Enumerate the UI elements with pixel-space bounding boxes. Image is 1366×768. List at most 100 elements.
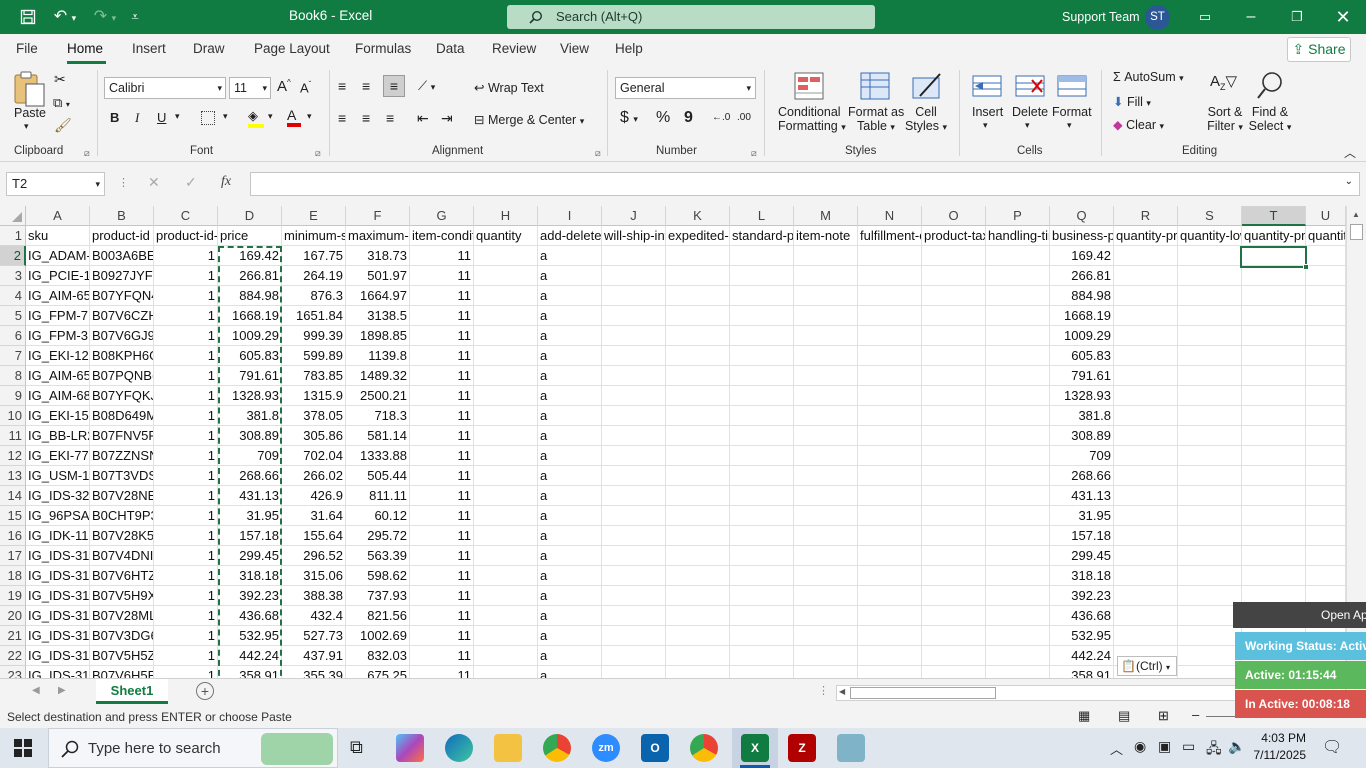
table-cell[interactable]: 1 xyxy=(154,606,218,626)
table-cell[interactable]: IG_IDS-31 xyxy=(26,626,90,646)
tab-review[interactable]: Review xyxy=(492,34,536,64)
table-cell[interactable] xyxy=(986,566,1050,586)
table-cell[interactable]: 532.95 xyxy=(1050,626,1114,646)
table-cell[interactable]: 1 xyxy=(154,246,218,266)
table-cell[interactable]: 1 xyxy=(154,446,218,466)
table-cell[interactable] xyxy=(858,426,922,446)
table-cell[interactable]: a xyxy=(538,466,602,486)
table-cell[interactable] xyxy=(1178,546,1242,566)
table-cell[interactable]: 432.4 xyxy=(282,606,346,626)
table-cell[interactable] xyxy=(602,466,666,486)
table-cell[interactable] xyxy=(602,446,666,466)
table-cell[interactable]: 11 xyxy=(410,446,474,466)
table-cell[interactable]: 315.06 xyxy=(282,566,346,586)
avatar[interactable]: ST xyxy=(1145,5,1170,30)
table-cell[interactable]: 11 xyxy=(410,466,474,486)
find-select-icon[interactable] xyxy=(1255,70,1285,103)
table-cell[interactable] xyxy=(986,606,1050,626)
chevron-down-icon[interactable]: ▾ xyxy=(983,120,988,131)
table-cell[interactable] xyxy=(474,326,538,346)
table-cell[interactable]: a xyxy=(538,326,602,346)
battery-icon[interactable]: ▭ xyxy=(1182,738,1195,755)
table-cell[interactable] xyxy=(858,626,922,646)
table-cell[interactable] xyxy=(794,366,858,386)
table-cell[interactable]: 1 xyxy=(154,586,218,606)
table-cell[interactable] xyxy=(602,546,666,566)
paste-icon[interactable] xyxy=(12,70,48,110)
align-center-icon[interactable]: ≡ xyxy=(362,110,370,126)
table-cell[interactable] xyxy=(474,646,538,666)
table-cell[interactable] xyxy=(986,586,1050,606)
table-cell[interactable]: 1 xyxy=(154,326,218,346)
table-cell[interactable]: 1009.29 xyxy=(1050,326,1114,346)
table-cell[interactable]: 318.18 xyxy=(218,566,282,586)
table-cell[interactable]: B07V28NE xyxy=(90,486,154,506)
row-header[interactable]: 18 xyxy=(0,566,26,586)
table-cell[interactable]: IG_FPM-7. xyxy=(26,306,90,326)
table-cell[interactable]: 31.95 xyxy=(218,506,282,526)
table-cell[interactable]: 305.86 xyxy=(282,426,346,446)
table-cell[interactable] xyxy=(858,486,922,506)
font-name-select[interactable]: Calibri ▾ xyxy=(104,77,226,99)
table-cell[interactable]: IG_IDS-32 xyxy=(26,486,90,506)
table-cell[interactable]: 266.81 xyxy=(1050,266,1114,286)
table-cell[interactable] xyxy=(922,246,986,266)
ribbon-display-icon[interactable]: ▭ xyxy=(1190,0,1220,34)
table-cell[interactable]: a xyxy=(538,286,602,306)
table-cell[interactable] xyxy=(1114,586,1178,606)
table-cell[interactable] xyxy=(986,426,1050,446)
table-cell[interactable] xyxy=(858,506,922,526)
tab-draw[interactable]: Draw xyxy=(193,34,225,64)
table-cell[interactable] xyxy=(666,326,730,346)
table-cell[interactable]: 791.61 xyxy=(1050,366,1114,386)
tab-data[interactable]: Data xyxy=(436,34,465,64)
table-cell[interactable] xyxy=(1114,286,1178,306)
table-cell[interactable]: IG_AIM-65 xyxy=(26,286,90,306)
table-cell[interactable]: IG_PCIE-1 xyxy=(26,266,90,286)
notifications-icon[interactable]: 🗨 xyxy=(1322,737,1342,757)
column-header[interactable]: U xyxy=(1306,206,1346,226)
table-cell[interactable] xyxy=(1178,426,1242,446)
table-cell[interactable] xyxy=(1178,386,1242,406)
table-cell[interactable]: IG_IDS-31 xyxy=(26,666,90,678)
table-cell[interactable]: 11 xyxy=(410,246,474,266)
table-cell[interactable] xyxy=(1306,506,1346,526)
table-cell[interactable] xyxy=(730,446,794,466)
row-header[interactable]: 7 xyxy=(0,346,26,366)
clipboard-launcher-icon[interactable]: ⧄ xyxy=(84,148,90,159)
table-cell[interactable]: B08KPH6G xyxy=(90,346,154,366)
format-as-table-icon[interactable] xyxy=(860,72,890,100)
table-cell[interactable] xyxy=(1306,406,1346,426)
table-cell[interactable] xyxy=(1114,626,1178,646)
table-cell[interactable] xyxy=(1242,466,1306,486)
table-cell[interactable] xyxy=(858,306,922,326)
table-cell[interactable] xyxy=(666,606,730,626)
table-cell[interactable]: a xyxy=(538,626,602,646)
table-cell[interactable] xyxy=(1114,346,1178,366)
table-cell[interactable] xyxy=(1242,366,1306,386)
table-cell[interactable] xyxy=(1306,346,1346,366)
table-cell[interactable]: a xyxy=(538,426,602,446)
insert-cells-label[interactable]: Insert xyxy=(972,105,1003,119)
header-cell[interactable]: fulfillment-center-id xyxy=(858,226,922,246)
table-cell[interactable]: 155.64 xyxy=(282,526,346,546)
table-cell[interactable]: 599.89 xyxy=(282,346,346,366)
table-cell[interactable]: B07V6CZH xyxy=(90,306,154,326)
alignment-launcher-icon[interactable]: ⧄ xyxy=(595,148,601,159)
row-header[interactable]: 23 xyxy=(0,666,26,678)
italic-button[interactable]: I xyxy=(135,110,139,126)
table-cell[interactable] xyxy=(858,406,922,426)
table-cell[interactable] xyxy=(1242,426,1306,446)
table-cell[interactable] xyxy=(922,446,986,466)
table-cell[interactable] xyxy=(730,566,794,586)
table-cell[interactable]: 709 xyxy=(1050,446,1114,466)
table-cell[interactable]: B07YFQN4 xyxy=(90,286,154,306)
table-cell[interactable] xyxy=(986,246,1050,266)
header-cell[interactable]: product-id xyxy=(90,226,154,246)
table-cell[interactable]: 60.12 xyxy=(346,506,410,526)
table-cell[interactable] xyxy=(602,566,666,586)
table-cell[interactable] xyxy=(730,546,794,566)
table-cell[interactable] xyxy=(602,366,666,386)
table-cell[interactable]: 532.95 xyxy=(218,626,282,646)
camera-icon[interactable]: ◉ xyxy=(1134,738,1146,755)
